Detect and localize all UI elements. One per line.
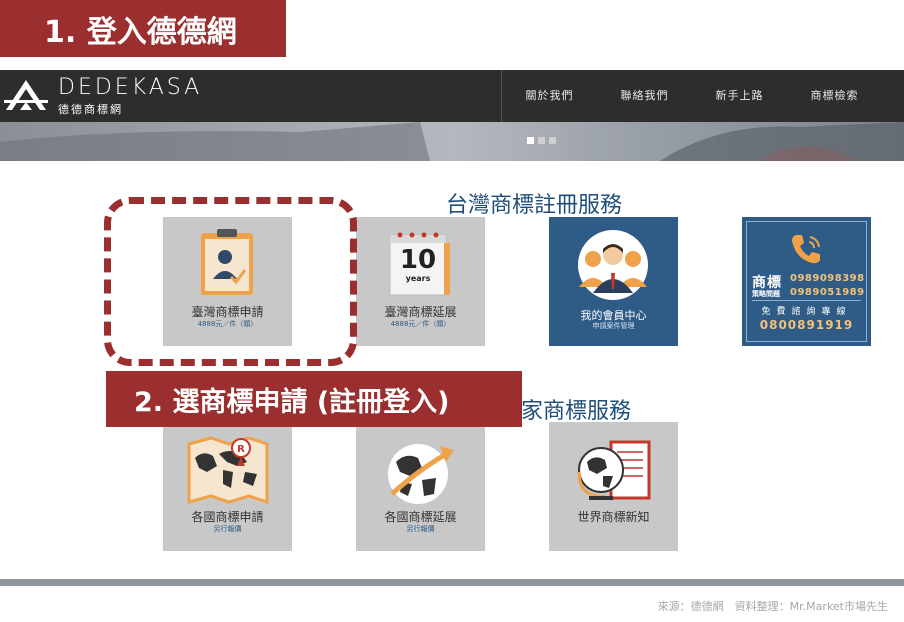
nav-contact[interactable]: 聯絡我們	[597, 70, 692, 122]
card-intl-trademark-renew[interactable]: 各國商標延展 另行報價	[356, 422, 485, 551]
source-credit: 來源：德德網 資料整理：Mr.Market市場先生	[657, 600, 888, 613]
contact-brand-sub: 策略問題	[752, 290, 780, 298]
step-1-label: 1. 登入德德網	[0, 0, 286, 57]
carousel-dot-3[interactable]	[549, 137, 556, 144]
nav-search[interactable]: 商標檢索	[787, 70, 882, 122]
contact-phone-1[interactable]: 0989098398	[790, 273, 865, 284]
card-intl-trademark-apply[interactable]: R 各國商標申請 另行報價	[163, 422, 292, 551]
book-globe-icon	[577, 440, 651, 500]
hero-banner	[0, 122, 904, 161]
brand-name-en[interactable]: DEDEKASA	[58, 75, 202, 100]
nav-about[interactable]: 關於我們	[502, 70, 597, 122]
step-2-label: 2. 選商標申請 (註冊登入)	[106, 371, 522, 427]
free-consult-label: 免費諮詢專線	[761, 307, 852, 317]
contact-phone-2[interactable]: 0989051989	[790, 287, 865, 298]
carousel-dot-1[interactable]	[527, 137, 534, 144]
card-tw-trademark-renew[interactable]: 10 years 臺灣商標延展 4888元／件（類）	[356, 217, 485, 346]
phone-icon	[792, 235, 820, 264]
world-map-pin-icon: R	[187, 436, 269, 505]
nav-menu: 關於我們 聯絡我們 新手上路 商標檢索	[502, 70, 882, 122]
card-world-trademark-news[interactable]: 世界商標新知	[549, 422, 678, 551]
intl-section-title: 家商標服務	[521, 399, 632, 424]
nav-beginner[interactable]: 新手上路	[692, 70, 787, 122]
banner-image	[0, 122, 904, 161]
tollfree-number[interactable]: 0800891919	[752, 318, 861, 332]
svg-text:R: R	[237, 444, 245, 455]
members-group-icon	[578, 230, 648, 300]
highlight-box	[104, 197, 357, 366]
card-price: 4888元／件（類）	[390, 320, 451, 328]
card-contact-hotline[interactable]: 商標 策略問題 0989098398 0989051989 免費諮詢專線 080…	[742, 217, 871, 346]
card-member-center[interactable]: 我的會員中心 申請案件管理	[549, 217, 678, 346]
calendar-number: 10	[399, 245, 437, 275]
card-subtitle: 申請案件管理	[592, 322, 635, 330]
globe-arrow-icon	[388, 444, 454, 504]
logo-icon[interactable]	[2, 76, 50, 116]
calendar-word: years	[405, 274, 431, 283]
brand-name-zh[interactable]: 德德商標網	[58, 101, 123, 117]
card-title: 臺灣商標延展	[384, 305, 457, 319]
carousel-dot-2[interactable]	[538, 137, 545, 144]
card-price: 另行報價	[213, 525, 242, 533]
card-price: 另行報價	[406, 525, 435, 533]
taiwan-section-title: 台灣商標註冊服務	[446, 193, 623, 218]
carousel-dots	[527, 137, 556, 144]
footer-bar	[0, 579, 904, 586]
contact-divider	[752, 300, 861, 301]
card-title: 世界商標新知	[577, 510, 650, 524]
site-navbar: DEDEKASA 德德商標網 關於我們 聯絡我們 新手上路 商標檢索	[0, 70, 904, 122]
card-title: 各國商標申請	[191, 510, 264, 524]
card-title: 各國商標延展	[384, 510, 457, 524]
